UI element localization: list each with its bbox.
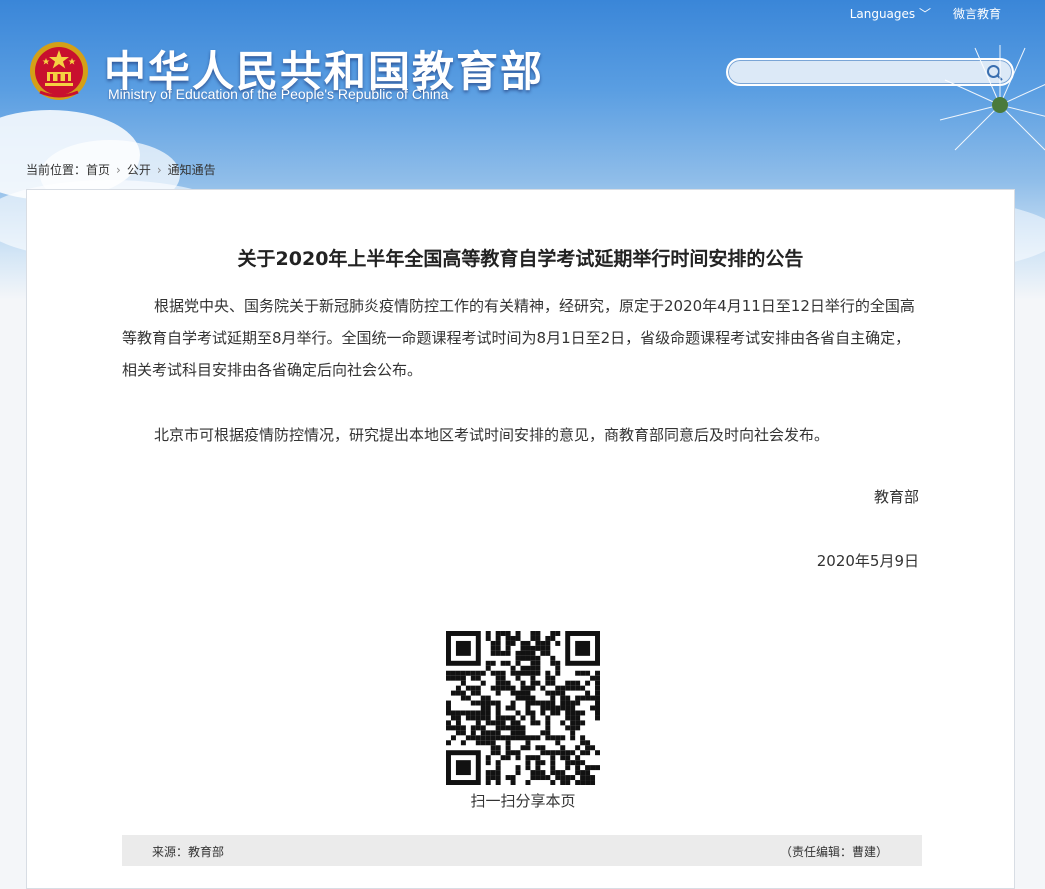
breadcrumb-label: 当前位置： bbox=[26, 163, 87, 177]
article-card: 关于2020年上半年全国高等教育自学考试延期举行时间安排的公告 根据党中央、国务… bbox=[26, 189, 1015, 889]
breadcrumb-home[interactable]: 首页 bbox=[86, 163, 110, 177]
article-paragraph-2: 北京市可根据疫情防控情况，研究提出本地区考试时间安排的意见，商教育部同意后及时向… bbox=[154, 426, 830, 444]
top-nav: Languages ﹀ 微言教育 bbox=[850, 5, 1001, 22]
article-source: 来源：教育部 bbox=[152, 845, 225, 859]
article-title: 关于2020年上半年全国高等教育自学考试延期举行时间安排的公告 bbox=[237, 248, 804, 270]
qr-label: 扫一扫分享本页 bbox=[470, 792, 576, 810]
breadcrumb-public[interactable]: 公开 bbox=[127, 163, 151, 177]
chevron-right-icon: › bbox=[156, 163, 162, 177]
article-paragraph-1: 根据党中央、国务院关于新冠肺炎疫情防控工作的有关精神，经研究，原定于2020年4… bbox=[122, 297, 915, 379]
languages-menu[interactable]: Languages ﹀ bbox=[850, 5, 931, 22]
weibo-link[interactable]: 微言教育 bbox=[953, 5, 1001, 22]
breadcrumb-notices[interactable]: 通知通告 bbox=[168, 163, 216, 177]
article-date: 2020年5月9日 bbox=[816, 552, 919, 570]
site-title-en: Ministry of Education of the People's Re… bbox=[108, 86, 449, 102]
article-footer: 来源：教育部 （责任编辑：曹建） bbox=[122, 835, 922, 866]
chevron-right-icon: › bbox=[116, 163, 121, 177]
article-signer: 教育部 bbox=[873, 488, 919, 506]
breadcrumb: 当前位置：首页 › 公开 › 通知通告 bbox=[26, 161, 216, 178]
article-editor: （责任编辑：曹建） bbox=[779, 845, 888, 859]
dandelion-decoration bbox=[939, 45, 1045, 151]
qr-code-icon bbox=[446, 631, 600, 785]
national-emblem-icon[interactable] bbox=[28, 40, 90, 102]
